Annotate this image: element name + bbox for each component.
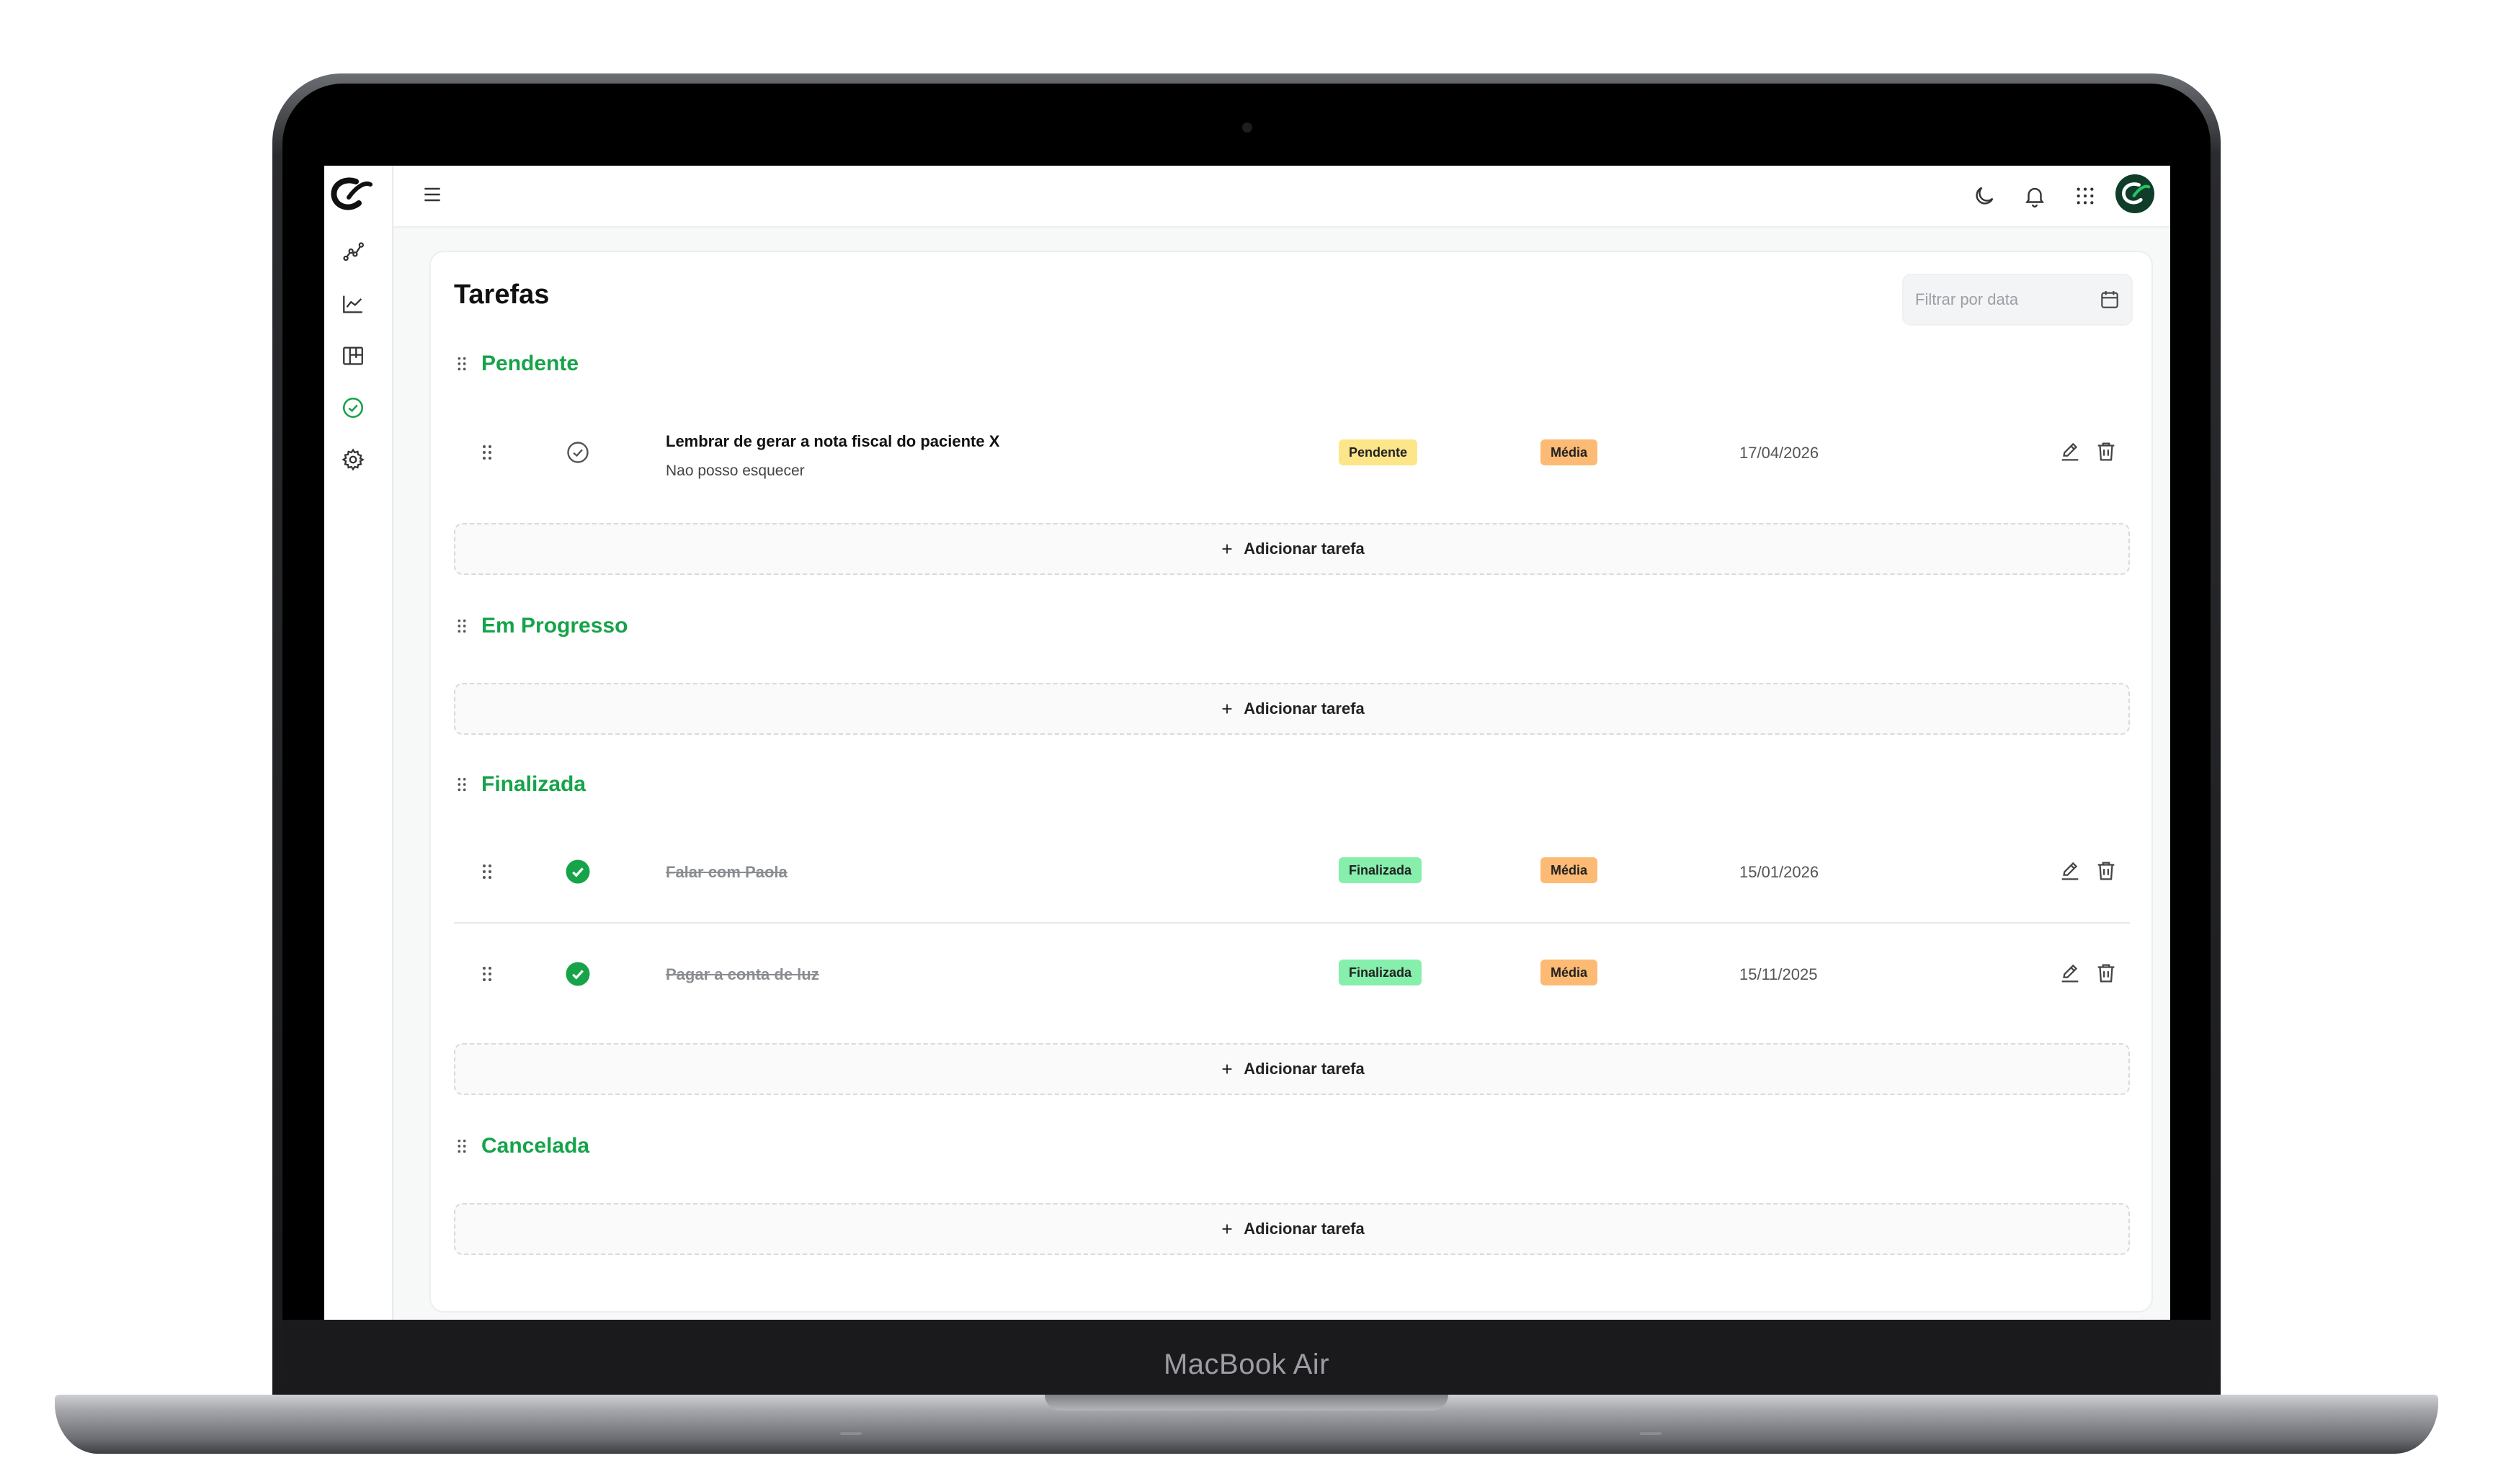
tasks-check-icon[interactable] — [339, 393, 367, 422]
laptop-foot — [1640, 1432, 1662, 1435]
add-task-button[interactable]: Adicionar tarefa — [454, 683, 2130, 735]
kanban-icon[interactable] — [339, 341, 367, 370]
date-filter-input[interactable] — [1915, 275, 2088, 324]
analytics-line-icon[interactable] — [339, 238, 367, 267]
task-row[interactable]: Pagar a conta de luz Finalizada Média 15… — [454, 938, 2130, 1010]
avatar[interactable] — [2115, 174, 2154, 213]
edit-icon[interactable] — [2058, 439, 2082, 464]
complete-toggle-icon[interactable] — [565, 439, 591, 465]
add-task-button[interactable]: Adicionar tarefa — [454, 1203, 2130, 1255]
tasks-card: Tarefas Pendente Lembrar de gerar a nota… — [429, 251, 2153, 1313]
edit-icon[interactable] — [2058, 859, 2082, 883]
completed-check-icon[interactable] — [565, 859, 591, 885]
drag-handle-icon[interactable] — [454, 1138, 470, 1154]
bell-icon[interactable] — [2019, 180, 2051, 212]
row-divider — [454, 922, 2130, 924]
calendar-icon[interactable] — [2098, 288, 2121, 311]
add-task-label: Adicionar tarefa — [1244, 540, 1365, 558]
section-finalizada-header[interactable]: Finalizada — [454, 772, 586, 797]
section-em-progresso-header[interactable]: Em Progresso — [454, 614, 628, 638]
section-title: Pendente — [481, 352, 579, 375]
completed-check-icon[interactable] — [565, 961, 591, 987]
section-title: Em Progresso — [481, 614, 628, 638]
priority-badge: Média — [1540, 439, 1598, 465]
status-badge: Pendente — [1339, 439, 1418, 465]
camera — [1242, 122, 1252, 133]
status-badge: Finalizada — [1339, 960, 1422, 985]
app-screen: Tarefas Pendente Lembrar de gerar a nota… — [324, 166, 2170, 1320]
drag-handle-icon[interactable] — [454, 777, 470, 792]
date-filter[interactable] — [1902, 274, 2133, 326]
plus-icon — [1222, 1224, 1232, 1234]
section-pendente-header[interactable]: Pendente — [454, 352, 579, 376]
laptop-foot — [840, 1432, 862, 1435]
page-title: Tarefas — [454, 280, 550, 310]
status-badge: Finalizada — [1339, 857, 1422, 883]
drag-handle-icon[interactable] — [480, 444, 494, 461]
task-date: 15/11/2025 — [1739, 965, 1818, 983]
app-logo[interactable] — [327, 171, 373, 218]
drag-handle-icon[interactable] — [480, 863, 494, 880]
settings-icon[interactable] — [339, 445, 367, 474]
task-row[interactable]: Falar com Paola Finalizada Média 15/01/2… — [454, 836, 2130, 908]
priority-badge: Média — [1540, 960, 1598, 985]
sidebar — [324, 166, 393, 1320]
add-task-button[interactable]: Adicionar tarefa — [454, 1043, 2130, 1095]
add-task-label: Adicionar tarefa — [1244, 1220, 1365, 1238]
edit-icon[interactable] — [2058, 961, 2082, 985]
laptop-notch — [1045, 1395, 1448, 1411]
task-description: Nao posso esquecer — [666, 462, 805, 479]
plus-icon — [1222, 544, 1232, 554]
menu-icon[interactable] — [418, 180, 447, 209]
task-title: Falar com Paola — [666, 863, 788, 881]
task-date: 15/01/2026 — [1739, 863, 1819, 881]
section-cancelada-header[interactable]: Cancelada — [454, 1134, 589, 1158]
chart-icon[interactable] — [339, 290, 367, 318]
trash-icon[interactable] — [2094, 439, 2118, 464]
add-task-button[interactable]: Adicionar tarefa — [454, 523, 2130, 575]
task-row[interactable]: Lembrar de gerar a nota fiscal do pacien… — [454, 416, 2130, 488]
moon-icon[interactable] — [1968, 180, 2000, 212]
task-title: Pagar a conta de luz — [666, 965, 819, 983]
trash-icon[interactable] — [2094, 859, 2118, 883]
device-brand-label: MacBook Air — [1163, 1349, 1330, 1380]
add-task-label: Adicionar tarefa — [1244, 699, 1365, 718]
add-task-label: Adicionar tarefa — [1244, 1060, 1365, 1078]
task-title: Lembrar de gerar a nota fiscal do pacien… — [666, 432, 1000, 450]
drag-handle-icon[interactable] — [454, 356, 470, 372]
top-bar — [393, 166, 2170, 228]
drag-handle-icon[interactable] — [480, 965, 494, 983]
apps-grid-icon[interactable] — [2069, 180, 2101, 212]
drag-handle-icon[interactable] — [454, 618, 470, 634]
task-date: 17/04/2026 — [1739, 444, 1819, 462]
priority-badge: Média — [1540, 857, 1598, 883]
section-title: Finalizada — [481, 772, 587, 796]
plus-icon — [1222, 1064, 1232, 1074]
section-title: Cancelada — [481, 1134, 590, 1158]
plus-icon — [1222, 704, 1232, 714]
trash-icon[interactable] — [2094, 961, 2118, 985]
